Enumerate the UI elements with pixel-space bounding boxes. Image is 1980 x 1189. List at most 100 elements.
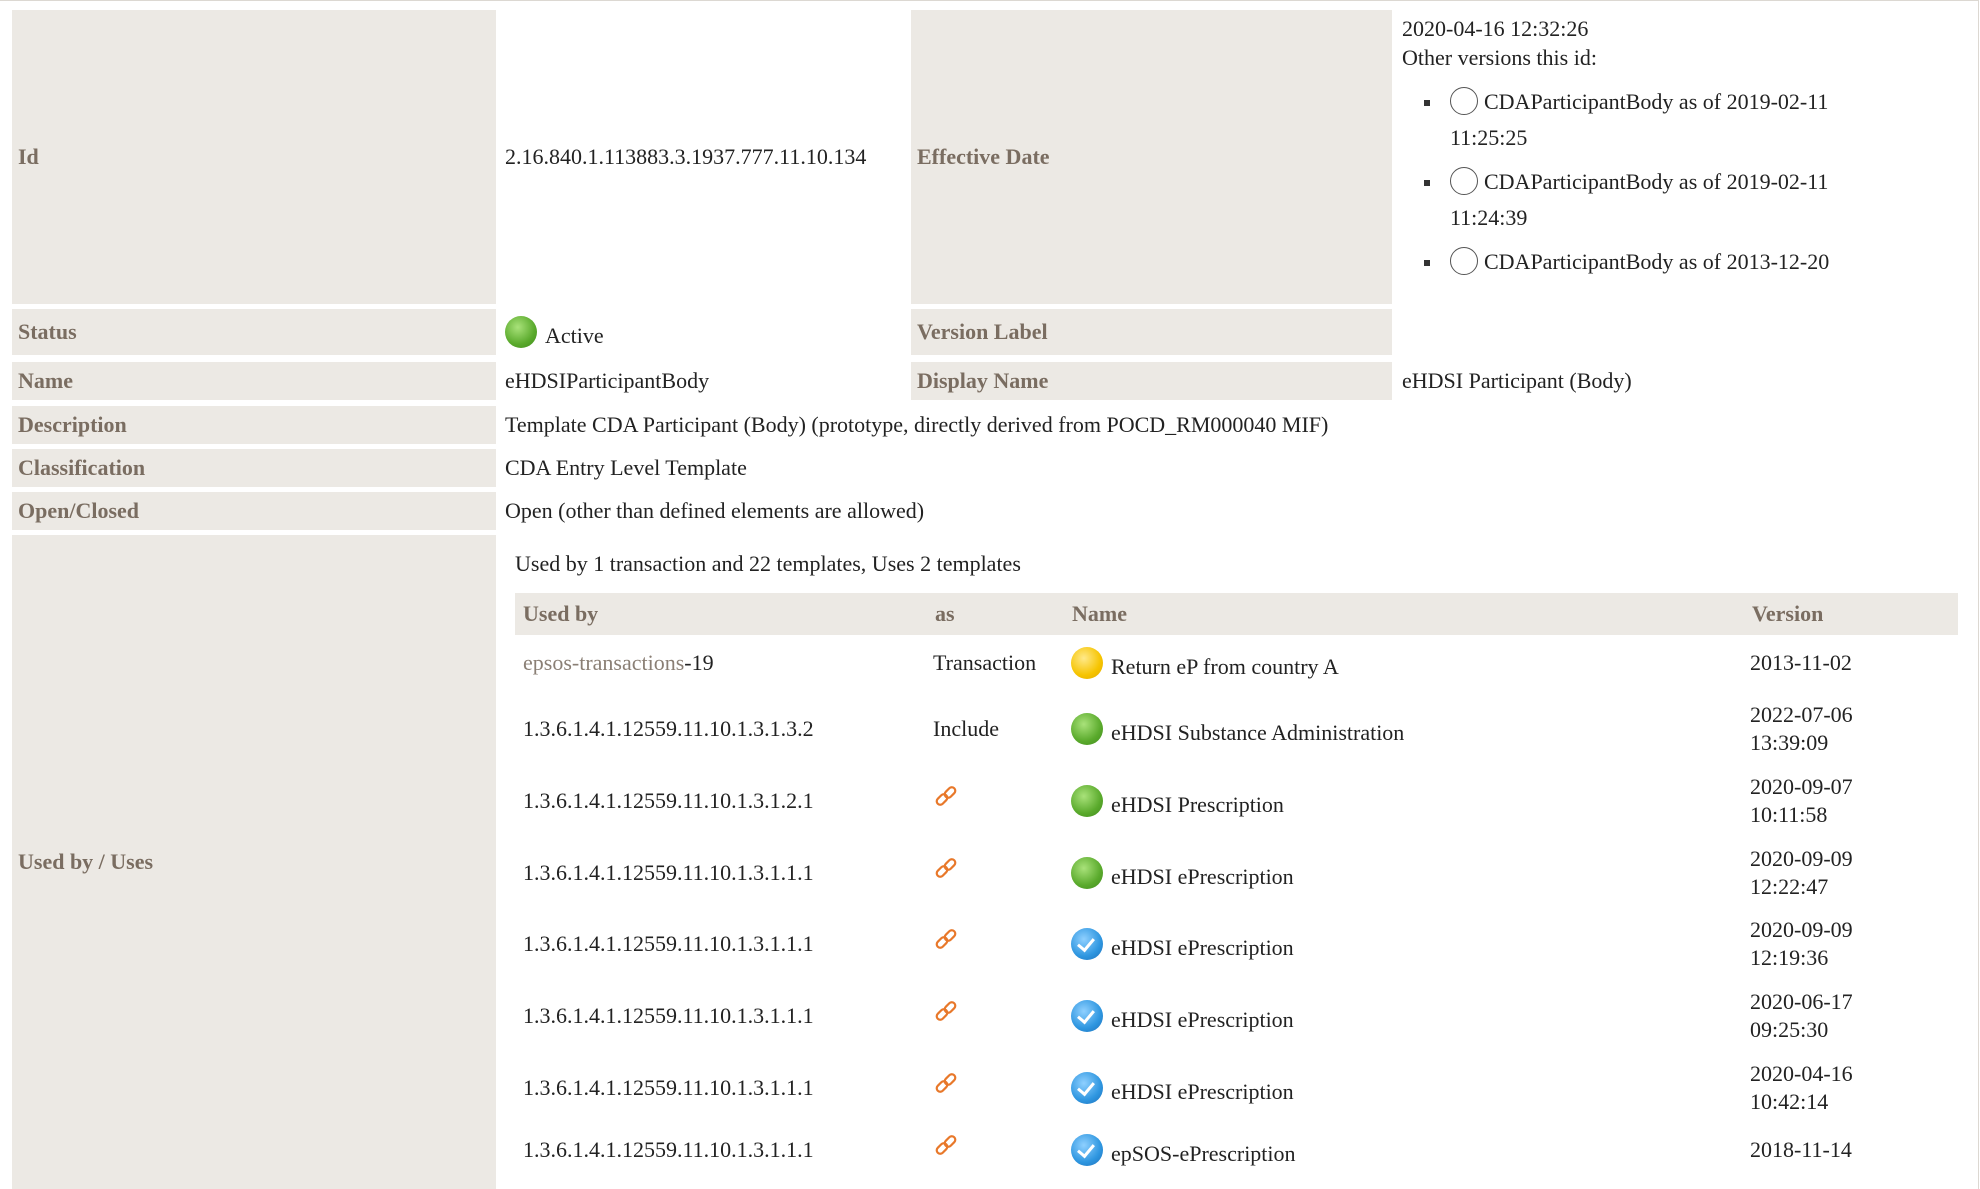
table-row-used-by: epsos-transactions -19 [523,643,923,683]
bullet-icon [1424,260,1430,266]
version-time: 10:42:14 [1750,1089,1829,1114]
version-time: 12:22:47 [1750,874,1829,899]
template-name[interactable]: Return eP from country A [1111,646,1339,680]
version-date: 2020-06-17 [1750,989,1853,1014]
table-row-name[interactable]: eHDSI ePrescription [1071,840,1741,906]
table-row-name[interactable]: eHDSI Substance Administration [1071,696,1741,762]
table-row-version: 2020-09-09 12:22:47 [1750,840,1950,906]
template-id: 1.3.6.1.4.1.12559.11.10.1.3.1.1.1 [523,860,814,885]
version-date: 2022-07-06 [1750,702,1853,727]
classification-label: Classification [12,449,496,487]
usage-summary: Used by 1 transaction and 22 templates, … [515,551,1021,576]
version-time: 12:19:36 [1750,945,1829,970]
table-row-used-by: 1.3.6.1.4.1.12559.11.10.1.3.1.1.1 [523,1127,923,1173]
green-status-icon [1071,713,1103,745]
template-name[interactable]: eHDSI ePrescription [1111,999,1294,1033]
link-icon [935,786,957,806]
table-row-used-by: 1.3.6.1.4.1.12559.11.10.1.3.1.1.1 [523,911,923,977]
status-value: Active [545,323,604,348]
table-row-as: Transaction [933,643,1063,683]
blue-check-status-icon [1071,1000,1103,1032]
empty-circle-icon [1450,87,1478,115]
version-date: 2020-04-16 [1750,1061,1853,1086]
template-name[interactable]: eHDSI ePrescription [1111,856,1294,890]
other-versions-label: Other versions this id: [1402,45,1597,70]
table-row-used-by: 1.3.6.1.4.1.12559.11.10.1.3.1.3.2 [523,696,923,762]
other-version-time: 11:25:25 [1450,125,1528,150]
table-row-name[interactable]: Return eP from country A [1071,643,1741,683]
table-row-as [933,840,1063,906]
blue-check-status-icon [1071,928,1103,960]
template-id: 1.3.6.1.4.1.12559.11.10.1.3.1.2.1 [523,788,814,813]
table-row-as [933,983,1063,1049]
table-row-version: 2013-11-02 [1750,643,1950,683]
template-name[interactable]: eHDSI Substance Administration [1111,712,1404,746]
version-date: 2020-09-09 [1750,917,1853,942]
table-row-as: Include [933,696,1063,762]
version-label-label: Version Label [911,309,1392,355]
column-header-version: Version [1744,593,1958,635]
table-row-name[interactable]: eHDSI Prescription [1071,768,1741,834]
table-row-version: 2020-09-07 10:11:58 [1750,768,1950,834]
table-row-name[interactable]: eHDSI ePrescription [1071,911,1741,977]
other-version-item[interactable]: CDAParticipantBody as of 2013-12-20 [1422,244,1962,280]
other-version-item[interactable]: CDAParticipantBody as of 2019-02-11 11:2… [1422,164,1962,236]
template-id: 1.3.6.1.4.1.12559.11.10.1.3.1.1.1 [523,931,814,956]
version-date: 2013-11-02 [1750,650,1852,675]
column-header-used-by: Used by [515,593,927,635]
template-name[interactable]: eHDSI Prescription [1111,784,1284,818]
table-row-used-by: 1.3.6.1.4.1.12559.11.10.1.3.1.1.1 [523,840,923,906]
link-icon [935,1135,957,1155]
green-status-icon [1071,857,1103,889]
relationship-type: Transaction [933,650,1037,675]
other-versions-list: CDAParticipantBody as of 2019-02-11 11:2… [1402,84,1962,280]
version-time: 10:11:58 [1750,802,1828,827]
name-value: eHDSIParticipantBody [505,368,710,393]
bullet-icon [1424,180,1430,186]
template-name[interactable]: eHDSI ePrescription [1111,927,1294,961]
column-header-as: as [927,593,1064,635]
other-version-name[interactable]: CDAParticipantBody as of 2013-12-20 [1484,249,1829,274]
template-name[interactable]: epSOS-ePrescription [1111,1133,1296,1167]
link-icon [935,929,957,949]
template-name[interactable]: eHDSI ePrescription [1111,1071,1294,1105]
open-closed-label: Open/Closed [12,492,496,530]
transaction-id: -19 [684,650,714,675]
other-version-item[interactable]: CDAParticipantBody as of 2019-02-11 11:2… [1422,84,1962,156]
template-id: 1.3.6.1.4.1.12559.11.10.1.3.1.1.1 [523,1075,814,1100]
other-version-name[interactable]: CDAParticipantBody as of 2019-02-11 [1484,89,1828,114]
used-by-label: Used by / Uses [12,535,496,1189]
template-id: 1.3.6.1.4.1.12559.11.10.1.3.1.3.2 [523,716,814,741]
table-row-name[interactable]: epSOS-ePrescription [1071,1127,1741,1173]
id-value: 2.16.840.1.113883.3.1937.777.11.10.134 [505,144,867,169]
table-row-as [933,768,1063,834]
open-closed-value: Open (other than defined elements are al… [505,498,925,523]
version-label-value [1402,309,1962,355]
effective-date-cell: 2020-04-16 12:32:26 Other versions this … [1402,14,1962,288]
transaction-link[interactable]: epsos-transactions [523,650,684,676]
status-label: Status [12,309,496,355]
blue-check-status-icon [1071,1134,1103,1166]
id-label: Id [12,10,496,304]
table-row-as [933,911,1063,977]
name-label: Name [12,362,496,400]
green-status-icon [1071,785,1103,817]
table-row-used-by: 1.3.6.1.4.1.12559.11.10.1.3.1.2.1 [523,768,923,834]
bullet-icon [1424,100,1430,106]
yellow-status-icon [1071,647,1103,679]
table-row-name[interactable]: eHDSI ePrescription [1071,983,1741,1049]
template-id: 1.3.6.1.4.1.12559.11.10.1.3.1.1.1 [523,1003,814,1028]
link-icon [935,1073,957,1093]
table-row-version: 2018-11-14 [1750,1127,1950,1173]
display-name-value: eHDSI Participant (Body) [1402,368,1632,393]
table-row-name[interactable]: eHDSI ePrescription [1071,1055,1741,1121]
table-row-as [933,1127,1063,1173]
other-version-name[interactable]: CDAParticipantBody as of 2019-02-11 [1484,169,1828,194]
blue-check-status-icon [1071,1072,1103,1104]
table-row-version: 2022-07-06 13:39:09 [1750,696,1950,762]
column-header-name: Name [1064,593,1744,635]
link-icon [935,858,957,878]
status-value-cell: Active [505,309,905,355]
empty-circle-icon [1450,247,1478,275]
version-date: 2020-09-09 [1750,846,1853,871]
